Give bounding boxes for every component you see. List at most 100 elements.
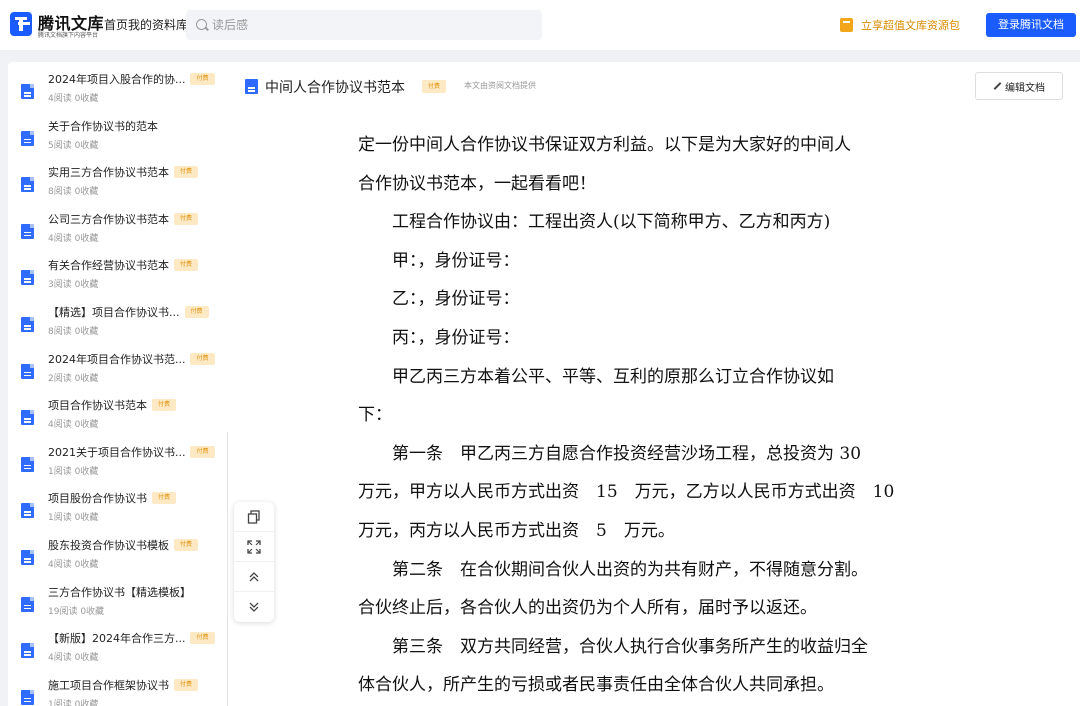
doc-title[interactable]: 2024年项目入股合作的协... bbox=[48, 71, 185, 87]
doc-title[interactable]: 公司三方合作协议书范本 bbox=[48, 211, 169, 227]
document-icon bbox=[21, 456, 34, 472]
sidebar-doc-item[interactable]: 关于合作协议书的范本 5阅读 0收藏 bbox=[8, 113, 228, 157]
doc-title[interactable]: 有关合作经营协议书范本 bbox=[48, 257, 169, 273]
doc-title-row: 三方合作协议书【精选模板】 bbox=[48, 583, 191, 601]
doc-meta: 4阅读 0收藏 bbox=[48, 233, 99, 244]
doc-title-row: 【精选】项目合作协议书... 付费 bbox=[48, 303, 209, 321]
sidebar-doc-item[interactable]: 2024年项目入股合作的协... 付费 4阅读 0收藏 bbox=[8, 66, 228, 110]
nav-home[interactable]: 首页 bbox=[104, 16, 128, 33]
document-body[interactable]: 定一份中间人合作协议书保证双方利益。以下是为大家好的中间人 合作协议书范本，一起看… bbox=[228, 108, 1080, 706]
doc-meta: 4阅读 0收藏 bbox=[48, 560, 99, 570]
document-text-line: 第一条 甲乙丙三方自愿合作投资经营沙场工程，总投资为 30 bbox=[358, 443, 862, 464]
document-icon bbox=[21, 503, 34, 519]
document-icon bbox=[21, 410, 34, 426]
sidebar-doc-item[interactable]: 实用三方合作协议书范本 付费 8阅读 0收藏 bbox=[8, 159, 228, 203]
document-text-line: 下： bbox=[358, 405, 392, 426]
paid-badge: 付费 bbox=[422, 80, 447, 93]
paid-badge: 付费 bbox=[190, 73, 215, 85]
document-text-line: 合作协议书范本，一起看看吧！ bbox=[358, 173, 596, 194]
paid-badge: 付费 bbox=[184, 306, 209, 318]
doc-title[interactable]: 实用三方合作协议书范本 bbox=[48, 164, 169, 180]
doc-meta: 1阅读 0收藏 bbox=[48, 513, 99, 524]
search-icon[interactable] bbox=[196, 19, 207, 30]
doc-meta: 3阅读 0收藏 bbox=[48, 280, 99, 291]
doc-title-row: 施工项目合作框架协议书 付费 bbox=[48, 676, 199, 694]
doc-meta: 4阅读 0收藏 bbox=[48, 420, 99, 431]
search-input[interactable] bbox=[212, 16, 512, 34]
doc-title[interactable]: 施工项目合作框架协议书 bbox=[48, 677, 169, 693]
document-text-line: 万元，丙方以人民币方式出资 5 万元。 bbox=[358, 521, 675, 541]
nav-my-library[interactable]: 我的资料库 bbox=[128, 16, 188, 33]
document-text-line: 万元，甲方以人民币方式出资 15 万元，乙方以人民币方式出资 10 bbox=[358, 482, 895, 503]
document-icon bbox=[21, 84, 34, 99]
logo-subtitle: 腾讯文档旗下内容平台 bbox=[38, 32, 99, 39]
doc-meta: 8阅读 0收藏 bbox=[48, 187, 99, 198]
sidebar-doc-item[interactable]: 【精选】项目合作协议书... 付费 8阅读 0收藏 bbox=[8, 299, 228, 343]
sidebar-doc-item[interactable]: 三方合作协议书【精选模板】 19阅读 0收藏 bbox=[8, 579, 228, 623]
document-text-line: 第二条 在合伙期间合伙人出资的为共有财产，不得随意分割。 bbox=[358, 559, 868, 580]
scroll-down-icon bbox=[249, 602, 259, 612]
doc-title[interactable]: 【新版】2024年合作三方... bbox=[48, 630, 185, 646]
document-text-line: 定一份中间人合作协议书保证双方利益。以下是为大家好的中间人 bbox=[358, 135, 851, 155]
doc-title-row: 有关合作经营协议书范本 付费 bbox=[48, 256, 199, 274]
doc-meta: 4阅读 0收藏 bbox=[48, 653, 99, 664]
doc-meta: 19阅读 0收藏 bbox=[48, 606, 105, 617]
sidebar-doc-item[interactable]: 项目股份合作协议书 付费 1阅读 0收藏 bbox=[8, 485, 228, 529]
copy-icon bbox=[247, 509, 260, 524]
doc-title[interactable]: 【精选】项目合作协议书... bbox=[48, 304, 180, 320]
sidebar-doc-item[interactable]: 公司三方合作协议书范本 付费 4阅读 0收藏 bbox=[8, 206, 228, 250]
document-text-line: 第三条 双方共同经营，合伙人执行合伙事务所产生的收益归全 bbox=[358, 636, 868, 657]
paid-badge: 付费 bbox=[190, 632, 215, 645]
doc-title-row: 关于合作协议书的范本 bbox=[48, 117, 158, 135]
top-header: 腾讯文库 腾讯文档旗下内容平台 首页 我的资料库 立享超值文库资源包 登录腾讯文… bbox=[0, 0, 1080, 50]
document-icon bbox=[21, 177, 34, 193]
scroll-down-button[interactable] bbox=[234, 592, 274, 622]
document-icon bbox=[21, 130, 34, 146]
paid-badge: 付费 bbox=[190, 445, 215, 458]
pencil-icon bbox=[993, 82, 1002, 90]
doc-title-row: 实用三方合作协议书范本 付费 bbox=[48, 163, 199, 181]
doc-title[interactable]: 2024年项目合作协议书范... bbox=[48, 351, 185, 367]
doc-title[interactable]: 2021关于项目合作协议书... bbox=[48, 444, 185, 460]
search-box[interactable] bbox=[186, 10, 542, 40]
document-icon bbox=[21, 550, 34, 565]
paid-badge: 付费 bbox=[152, 399, 177, 412]
promo-link[interactable]: 立享超值文库资源包 bbox=[840, 16, 960, 34]
doc-title[interactable]: 股东投资合作协议书模板 bbox=[48, 537, 169, 553]
sidebar-doc-item[interactable]: 【新版】2024年合作三方... 付费 4阅读 0收藏 bbox=[8, 625, 228, 669]
sidebar-doc-item[interactable]: 2021关于项目合作协议书... 付费 1阅读 0收藏 bbox=[8, 439, 228, 483]
sidebar-doc-item[interactable]: 2024年项目合作协议书范... 付费 2阅读 0收藏 bbox=[8, 346, 228, 390]
document-icon bbox=[21, 363, 34, 379]
document-partial-line bbox=[358, 108, 958, 119]
doc-meta: 1阅读 0收藏 bbox=[48, 466, 99, 477]
document-icon bbox=[21, 270, 34, 286]
scroll-up-button[interactable] bbox=[234, 562, 274, 592]
doc-meta: 2阅读 0收藏 bbox=[48, 373, 99, 384]
doc-title[interactable]: 关于合作协议书的范本 bbox=[48, 118, 158, 134]
tencent-docs-logo-icon[interactable] bbox=[10, 12, 32, 36]
paid-badge: 付费 bbox=[174, 539, 199, 551]
sidebar-doc-item[interactable]: 有关合作经营协议书范本 付费 3阅读 0收藏 bbox=[8, 252, 228, 296]
sidebar-doc-item[interactable]: 施工项目合作框架协议书 付费 1阅读 0收藏 bbox=[8, 672, 228, 706]
document-source: 本文由资阅文档提供 bbox=[464, 81, 536, 90]
doc-title[interactable]: 三方合作协议书【精选模板】 bbox=[48, 584, 191, 600]
fullscreen-icon bbox=[247, 539, 261, 554]
doc-meta: 1阅读 0收藏 bbox=[48, 699, 99, 706]
sidebar-doc-item[interactable]: 股东投资合作协议书模板 付费 4阅读 0收藏 bbox=[8, 532, 228, 576]
login-button[interactable]: 登录腾讯文档 bbox=[986, 13, 1076, 37]
doc-title[interactable]: 项目股份合作协议书 bbox=[48, 490, 147, 506]
sidebar-doc-item[interactable]: 项目合作协议书范本 付费 4阅读 0收藏 bbox=[8, 392, 228, 436]
doc-meta: 4阅读 0收藏 bbox=[48, 94, 99, 104]
document-icon bbox=[21, 317, 34, 332]
floating-toolbar bbox=[234, 502, 274, 622]
promo-text[interactable]: 立享超值文库资源包 bbox=[861, 17, 960, 33]
fullscreen-button[interactable] bbox=[234, 532, 274, 562]
gift-package-icon bbox=[840, 18, 853, 32]
document-text-line: 甲：，身份证号： bbox=[358, 250, 520, 271]
scroll-up-icon bbox=[249, 571, 259, 581]
copy-button[interactable] bbox=[234, 502, 274, 532]
paid-badge: 付费 bbox=[152, 492, 177, 505]
doc-meta: 8阅读 0收藏 bbox=[48, 327, 99, 337]
doc-title[interactable]: 项目合作协议书范本 bbox=[48, 397, 147, 413]
edit-document-button[interactable]: 编辑文档 bbox=[975, 72, 1063, 100]
